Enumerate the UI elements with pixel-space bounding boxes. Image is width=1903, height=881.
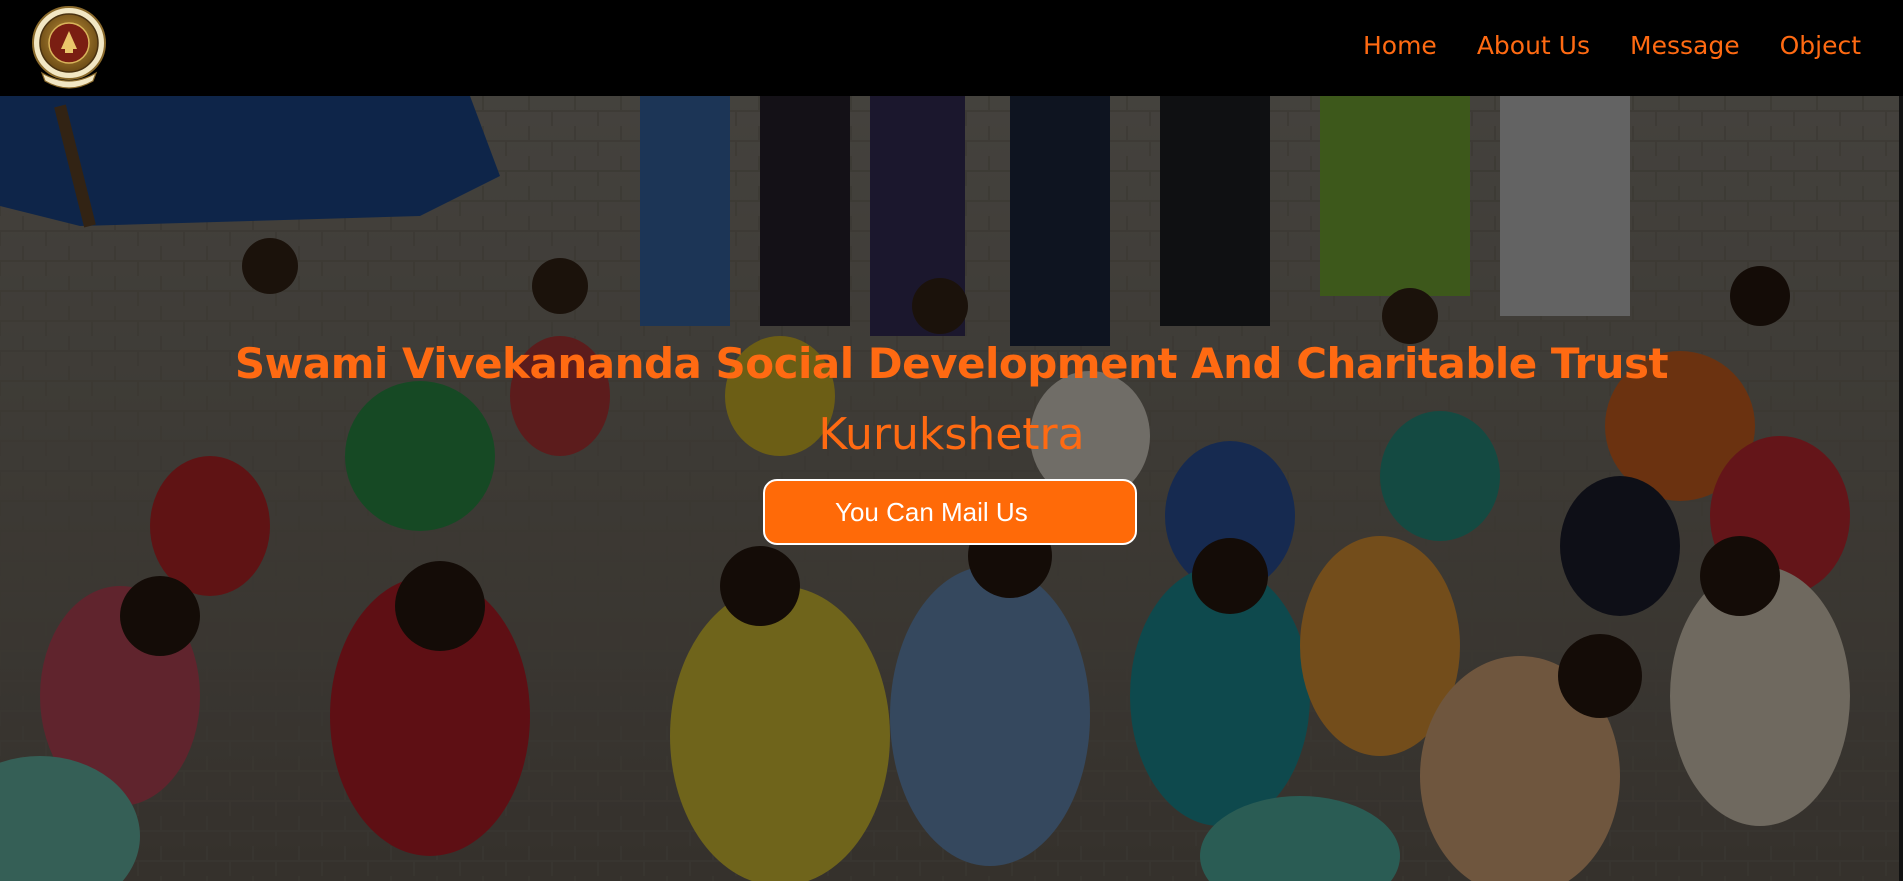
nav-object-link[interactable]: Object — [1780, 28, 1861, 64]
trust-logo-icon[interactable] — [30, 3, 108, 91]
mail-us-button[interactable]: You Can Mail Us — [763, 479, 1137, 545]
main-nav: Home About Us Message Object — [1363, 28, 1861, 64]
top-navbar: Home About Us Message Object — [0, 0, 1903, 96]
hero-subtitle: Kurukshetra — [818, 409, 1085, 460]
nav-message-link[interactable]: Message — [1630, 28, 1740, 64]
hero-title: Swami Vivekananda Social Development And… — [234, 339, 1669, 388]
nav-about-us-link[interactable]: About Us — [1477, 28, 1590, 64]
nav-home-link[interactable]: Home — [1363, 28, 1437, 64]
hero-section: Swami Vivekananda Social Development And… — [0, 96, 1903, 881]
hero-content: Swami Vivekananda Social Development And… — [0, 96, 1903, 881]
emblem-icon — [32, 6, 106, 89]
